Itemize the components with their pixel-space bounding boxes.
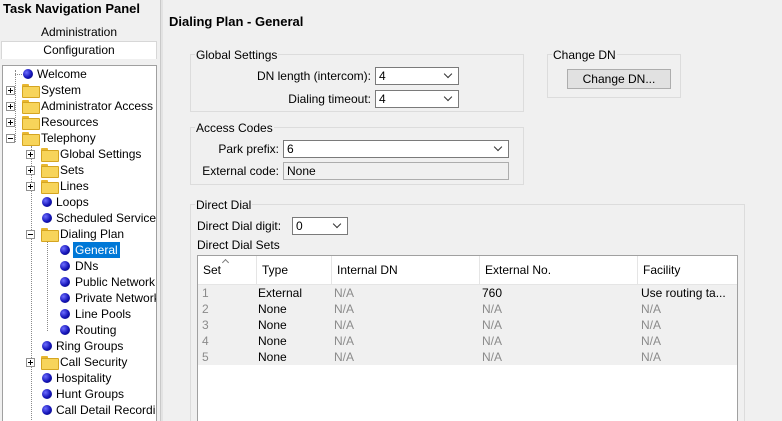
- bullet-icon: [42, 373, 52, 383]
- column-header-facility[interactable]: Facility: [638, 256, 737, 284]
- column-header-external-no[interactable]: External No.: [480, 256, 638, 284]
- folder-open-icon: [41, 228, 59, 242]
- column-header-set[interactable]: Set: [198, 256, 257, 284]
- navigation-tree[interactable]: Welcome System Administrator Access Reso…: [2, 65, 157, 421]
- dn-length-label: DN length (intercom):: [256, 69, 371, 83]
- direct-dial-digit-select[interactable]: 0: [292, 217, 348, 235]
- tree-item-hunt-groups[interactable]: Hunt Groups: [3, 386, 156, 402]
- tree-item-routing[interactable]: Routing: [3, 322, 156, 338]
- chevron-down-icon: [494, 145, 502, 153]
- sort-ascending-icon: [222, 257, 229, 264]
- direct-dial-title: Direct Dial: [195, 198, 253, 212]
- expand-icon[interactable]: [26, 166, 35, 175]
- tree-item-welcome[interactable]: Welcome: [3, 66, 156, 82]
- chevron-down-icon: [333, 222, 341, 230]
- access-codes-title: Access Codes: [195, 121, 274, 135]
- external-code-label: External code:: [202, 164, 279, 178]
- tree-item-call-security[interactable]: Call Security: [3, 354, 156, 370]
- tree-item-call-detail-recording[interactable]: Call Detail Recording: [3, 402, 156, 418]
- folder-icon: [22, 100, 40, 114]
- collapse-icon[interactable]: [26, 230, 35, 239]
- panel-title: Task Navigation Panel: [3, 1, 141, 16]
- bullet-icon: [60, 325, 70, 335]
- bullet-icon: [60, 261, 70, 271]
- tab-administration[interactable]: Administration: [1, 24, 157, 42]
- change-dn-title: Change DN: [552, 48, 617, 62]
- column-header-type[interactable]: Type: [257, 256, 332, 284]
- expand-icon[interactable]: [26, 150, 35, 159]
- expand-icon[interactable]: [6, 118, 15, 127]
- folder-icon: [41, 164, 59, 178]
- tree-item-public-network[interactable]: Public Network: [3, 274, 156, 290]
- folder-icon: [41, 180, 59, 194]
- dn-length-select[interactable]: 4: [375, 67, 459, 85]
- tree-item-scheduled-services[interactable]: Scheduled Services: [3, 210, 156, 226]
- tree-item-resources[interactable]: Resources: [3, 114, 156, 130]
- chevron-down-icon: [444, 95, 452, 103]
- page-title: Dialing Plan - General: [169, 14, 304, 29]
- bullet-icon: [60, 245, 70, 255]
- bullet-icon: [60, 293, 70, 303]
- content-area: Dialing Plan - General Global Settings D…: [163, 0, 782, 421]
- tree-item-hospitality[interactable]: Hospitality: [3, 370, 156, 386]
- table-row[interactable]: 5 None N/A N/A N/A: [198, 349, 737, 365]
- folder-icon: [22, 84, 40, 98]
- tree-item-private-network[interactable]: Private Network: [3, 290, 156, 306]
- global-settings-title: Global Settings: [195, 48, 279, 62]
- folder-icon: [41, 356, 59, 370]
- tree-item-administrator-access[interactable]: Administrator Access: [3, 98, 156, 114]
- expand-icon[interactable]: [26, 358, 35, 367]
- tree-item-sets[interactable]: Sets: [3, 162, 156, 178]
- direct-dial-sets-table[interactable]: Set Type Internal DN External No. Facili…: [197, 255, 738, 421]
- collapse-icon[interactable]: [6, 134, 15, 143]
- bullet-icon: [60, 309, 70, 319]
- expand-icon[interactable]: [6, 86, 15, 95]
- table-row[interactable]: 2 None N/A N/A N/A: [198, 301, 737, 317]
- folder-icon: [41, 148, 59, 162]
- task-navigation-panel: Task Navigation Panel Administration Con…: [0, 0, 160, 421]
- expand-icon[interactable]: [26, 182, 35, 191]
- table-row[interactable]: 4 None N/A N/A N/A: [198, 333, 737, 349]
- folder-icon: [22, 116, 40, 130]
- column-header-internal-dn[interactable]: Internal DN: [332, 256, 480, 284]
- tree-item-lines[interactable]: Lines: [3, 178, 156, 194]
- bullet-icon: [60, 277, 70, 287]
- bullet-icon: [42, 197, 52, 207]
- tree-item-dns[interactable]: DNs: [3, 258, 156, 274]
- table-row[interactable]: 1 External N/A 760 Use routing ta...: [198, 285, 737, 301]
- tree-item-global-settings[interactable]: Global Settings: [3, 146, 156, 162]
- tree-item-general[interactable]: General: [3, 242, 156, 258]
- tree-item-system[interactable]: System: [3, 82, 156, 98]
- bullet-icon: [42, 405, 52, 415]
- tab-configuration[interactable]: Configuration: [1, 41, 157, 59]
- expand-icon[interactable]: [6, 102, 15, 111]
- dialing-timeout-label: Dialing timeout:: [288, 92, 371, 106]
- bullet-icon: [42, 341, 52, 351]
- tree-item-line-pools[interactable]: Line Pools: [3, 306, 156, 322]
- direct-dial-sets-label: Direct Dial Sets: [197, 238, 280, 252]
- external-code-field[interactable]: None: [283, 162, 509, 180]
- direct-dial-digit-label: Direct Dial digit:: [197, 219, 282, 233]
- dialing-timeout-select[interactable]: 4: [375, 90, 459, 108]
- bullet-icon: [42, 389, 52, 399]
- tree-item-telephony[interactable]: Telephony: [3, 130, 156, 146]
- bullet-icon: [42, 213, 52, 223]
- tree-item-loops[interactable]: Loops: [3, 194, 156, 210]
- chevron-down-icon: [444, 72, 452, 80]
- table-row[interactable]: 3 None N/A N/A N/A: [198, 317, 737, 333]
- bullet-icon: [23, 69, 33, 79]
- park-prefix-label: Park prefix:: [218, 142, 279, 156]
- tree-item-dialing-plan[interactable]: Dialing Plan: [3, 226, 156, 242]
- tree-item-ring-groups[interactable]: Ring Groups: [3, 338, 156, 354]
- park-prefix-select[interactable]: 6: [283, 140, 509, 158]
- folder-open-icon: [22, 132, 40, 146]
- change-dn-button[interactable]: Change DN...: [567, 69, 671, 89]
